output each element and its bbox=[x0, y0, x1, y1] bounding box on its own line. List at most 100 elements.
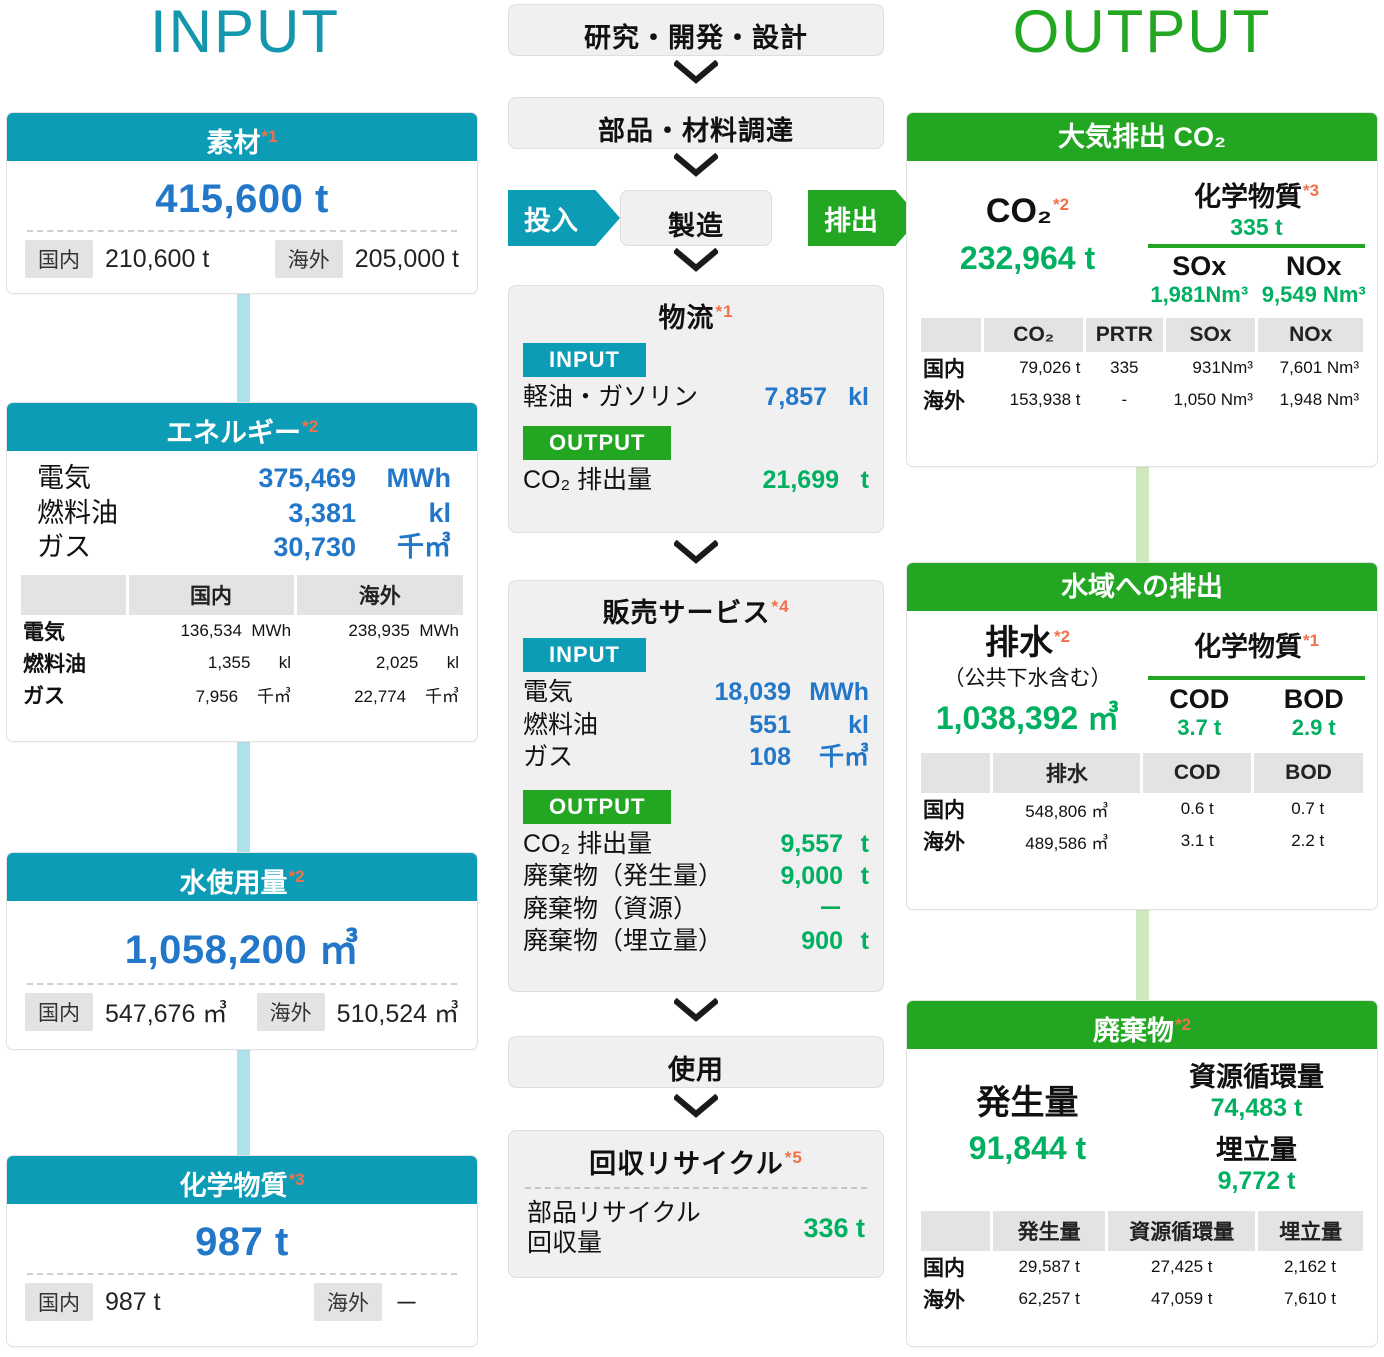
banner-input-arrow: 投入 bbox=[508, 190, 620, 246]
cell-prtr: - bbox=[1121, 389, 1128, 409]
air-chem-columns: SOx 1,981Nm³ NOx 9,549 Nm³ bbox=[1142, 251, 1371, 308]
energy-row-label: 電気 bbox=[37, 463, 91, 493]
panel-waste: 廃棄物*2 発生量 91,844 t 資源循環量 74,483 t 埋立量 9,… bbox=[906, 1000, 1378, 1347]
col-overseas: 海外 bbox=[295, 574, 463, 615]
col-blank bbox=[921, 317, 985, 352]
sales-title: 販売サービス bbox=[602, 598, 771, 628]
cell-value: 22,774 千㎥ bbox=[295, 679, 463, 711]
col-drain: 排水 bbox=[991, 753, 1144, 793]
divider bbox=[27, 230, 457, 232]
chemicals-breakdown: 国内 987 t 海外 － bbox=[21, 1283, 463, 1325]
connector-materials-energy bbox=[237, 292, 250, 402]
logistics-input-tag-wrap: INPUT bbox=[509, 337, 883, 381]
materials-total: 415,600 t bbox=[155, 177, 329, 221]
waste-generation-label: 発生量 bbox=[976, 1084, 1079, 1122]
energy-row: ガス 30,730 千㎥ bbox=[37, 530, 451, 565]
row-label: 国内 bbox=[923, 1256, 965, 1280]
divider bbox=[1148, 243, 1365, 248]
sales-input-tag-wrap: INPUT bbox=[509, 632, 883, 676]
table-row: 国内 548,806 ㎥ 0.6 t 0.7 t bbox=[921, 793, 1363, 825]
water-total: 1,058,200 ㎥ bbox=[124, 928, 360, 972]
row-value: － bbox=[817, 894, 843, 923]
materials-breakdown: 国内 210,600 t 海外 205,000 t bbox=[21, 240, 463, 282]
panel-air-title: 大気排出 CO₂ bbox=[1058, 122, 1226, 152]
panel-water-discharge-header: 水域への排出 bbox=[907, 563, 1377, 611]
chevron-down-icon bbox=[674, 1094, 718, 1120]
flow-step-research: 研究・開発・設計 bbox=[508, 4, 884, 56]
logistics-input-row: 軽油・ガソリン 7,857 kl bbox=[523, 381, 869, 414]
water-chem-col-bod: BOD 2.9 t bbox=[1257, 684, 1372, 741]
cell-co2: 153,938 t bbox=[1009, 389, 1081, 409]
waste-generation-summary: 発生量 91,844 t bbox=[913, 1063, 1142, 1197]
waste-recycle-value: 74,483 t bbox=[1210, 1093, 1303, 1122]
panel-chemicals: 化学物質*3 987 t 国内 987 t 海外 － bbox=[6, 1155, 478, 1347]
footnote-ref: *5 bbox=[784, 1148, 803, 1167]
v: 22,774 bbox=[354, 687, 407, 707]
connector-energy-water bbox=[237, 740, 250, 852]
recycle-row: 部品リサイクル 回収量 336 t bbox=[509, 1199, 883, 1258]
energy-row-label: ガス bbox=[37, 532, 91, 563]
panel-water-usage: 水使用量*2 1,058,200 ㎥ 国内 547,676 ㎥ 海外 510,5… bbox=[6, 852, 478, 1050]
cell-nox: 1,948 Nm³ bbox=[1279, 389, 1359, 409]
row-label: ガス bbox=[523, 743, 574, 771]
col-blank bbox=[21, 574, 129, 615]
row-label: 国内 bbox=[923, 799, 965, 822]
row-unit: 千㎥ bbox=[818, 743, 869, 771]
row-label: 海外 bbox=[923, 831, 965, 854]
row-value: 18,039 bbox=[714, 678, 791, 706]
water-domestic-value: 547,676 ㎥ bbox=[105, 1000, 228, 1028]
row-label: CO₂ 排出量 bbox=[523, 829, 653, 858]
table-row: 海外 489,586 ㎥ 3.1 t 2.2 t bbox=[921, 825, 1363, 857]
flow-step-procurement: 部品・材料調達 bbox=[508, 97, 884, 149]
materials-overseas-value: 205,000 t bbox=[354, 244, 459, 273]
banner-input-label: 投入 bbox=[524, 205, 578, 236]
col-blank bbox=[921, 753, 994, 793]
row-value: 9,000 bbox=[780, 862, 843, 890]
chevron-down-icon bbox=[674, 998, 718, 1024]
tag-input: INPUT bbox=[523, 343, 646, 377]
v: 136,534 bbox=[180, 620, 242, 640]
footnote-ref: *1 bbox=[715, 302, 734, 321]
air-breakdown-table: CO₂ PRTR SOx NOx 国内 79,026 t 335 931Nm³ … bbox=[921, 317, 1363, 416]
material-flow-diagram: INPUT OUTPUT 素材*1 415,600 t 国内 210,600 t… bbox=[0, 0, 1384, 1357]
label-overseas: 海外 bbox=[274, 240, 343, 278]
row-label: 電気 bbox=[523, 678, 574, 706]
row-value: 21,699 bbox=[762, 465, 839, 494]
sales-input-row: 電気 18,039 MWh bbox=[523, 676, 869, 709]
row-value: 9,557 bbox=[780, 829, 843, 858]
table-header-row: 国内 海外 bbox=[21, 574, 463, 615]
water-drain-summary: 排水*2 （公共下水含む） 1,038,392 ㎥ bbox=[913, 624, 1142, 741]
water-chem-summary: 化学物質*1 COD 3.7 t BOD 2.9 t bbox=[1142, 625, 1371, 741]
cell-co2: 79,026 t bbox=[1019, 357, 1081, 377]
chemicals-total: 987 t bbox=[195, 1220, 289, 1264]
footnote-ref: *1 bbox=[1302, 631, 1320, 650]
col-recycle: 資源循環量 bbox=[1106, 1210, 1259, 1251]
col-domestic: 国内 bbox=[127, 574, 297, 615]
label-overseas: 海外 bbox=[313, 1283, 382, 1321]
row-label: 廃棄物（埋立量） bbox=[523, 927, 724, 955]
flow-step-research-label: 研究・開発・設計 bbox=[584, 23, 808, 53]
sales-output-row: 廃棄物（資源） － bbox=[523, 893, 869, 926]
recycle-value: 336 t bbox=[803, 1213, 865, 1243]
cell-sox: 1,050 Nm³ bbox=[1173, 389, 1253, 409]
air-chem-col-sox: SOx 1,981Nm³ bbox=[1142, 251, 1257, 308]
sales-output-tag-wrap: OUTPUT bbox=[509, 780, 883, 828]
panel-air-header: 大気排出 CO₂ bbox=[907, 113, 1377, 161]
water-drain-label: 排水 bbox=[984, 624, 1053, 662]
col-bod: BOD bbox=[1252, 753, 1363, 793]
output-column-title: OUTPUT bbox=[1012, 0, 1272, 65]
energy-row-value: 3,381 bbox=[288, 497, 356, 528]
logistics-output-tag-wrap: OUTPUT bbox=[509, 420, 883, 464]
energy-row: 燃料油 3,381 kl bbox=[37, 496, 451, 531]
col-nox: NOx bbox=[1256, 317, 1363, 352]
recycle-label-line1: 部品リサイクル bbox=[527, 1199, 701, 1227]
cell-generation: 29,587 t bbox=[1018, 1256, 1080, 1276]
table-row: 電気 136,534 MWh 238,935 MWh bbox=[21, 615, 463, 647]
row-label: 海外 bbox=[923, 389, 965, 413]
cell-sox: 931Nm³ bbox=[1192, 357, 1253, 377]
cell-cod: 0.6 t bbox=[1180, 799, 1214, 818]
logistics-title-wrap: 物流*1 bbox=[509, 286, 883, 337]
air-chem-summary: 化学物質*3 335 t SOx 1,981Nm³ NOx 9,549 Nm³ bbox=[1142, 175, 1371, 308]
cell-value: 238,935 MWh bbox=[295, 615, 463, 647]
footnote-ref: *2 bbox=[288, 867, 305, 886]
